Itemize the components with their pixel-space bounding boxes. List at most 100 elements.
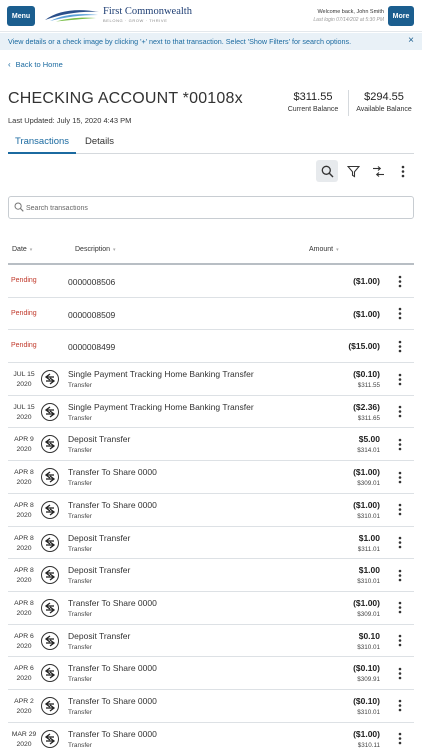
row-more-button[interactable] xyxy=(394,567,406,583)
transaction-running-balance: $311.65 xyxy=(357,414,380,422)
last-updated-text: Last Updated: July 15, 2020 4:43 PM xyxy=(8,116,132,125)
transaction-year: 2020 xyxy=(16,544,32,552)
transaction-year: 2020 xyxy=(16,413,32,421)
search-toggle-button[interactable] xyxy=(316,160,338,182)
more-options-button[interactable] xyxy=(392,160,414,182)
pending-transaction-row[interactable]: Pending 0000008506 ($1.00) xyxy=(8,265,414,298)
search-input[interactable] xyxy=(26,201,396,215)
row-more-button[interactable] xyxy=(394,306,406,322)
transaction-amount: $1.00 xyxy=(358,565,380,576)
transaction-year: 2020 xyxy=(16,675,32,683)
transaction-month-day: APR 8 xyxy=(14,567,34,575)
transaction-amount: $1.00 xyxy=(358,532,380,543)
balance-divider xyxy=(348,90,349,116)
transaction-amount: $0.10 xyxy=(358,630,380,641)
transaction-row[interactable]: JUL 15 2020 Single Payment Tracking Home… xyxy=(8,396,414,429)
welcome-text: Welcome back, John Smith xyxy=(317,9,384,15)
chevron-left-icon: ‹ xyxy=(8,60,11,69)
transaction-month-day: JUL 15 xyxy=(13,371,35,379)
row-more-button[interactable] xyxy=(394,371,406,387)
transaction-date: MAR 29 2020 xyxy=(8,730,40,750)
account-tabs: Transactions Details xyxy=(8,132,414,154)
column-header-date-label: Date xyxy=(12,246,27,253)
transaction-year: 2020 xyxy=(16,642,32,650)
transaction-row[interactable]: MAR 29 2020 Transfer To Share 0000 Trans… xyxy=(8,723,414,750)
column-header-description[interactable]: Description ▾ xyxy=(75,246,116,253)
info-banner-text: View details or a check image by clickin… xyxy=(8,37,352,46)
transaction-row[interactable]: APR 8 2020 Deposit Transfer Transfer $1.… xyxy=(8,559,414,592)
transfer-icon xyxy=(41,664,59,683)
pending-status: Pending xyxy=(11,309,37,317)
more-button[interactable]: More xyxy=(388,6,414,26)
row-more-button[interactable] xyxy=(394,338,406,354)
more-vertical-icon xyxy=(398,405,402,418)
column-header-amount[interactable]: Amount ▾ xyxy=(309,246,339,253)
row-more-button[interactable] xyxy=(394,535,406,551)
tab-transactions[interactable]: Transactions xyxy=(15,136,69,147)
row-more-button[interactable] xyxy=(394,731,406,747)
transaction-running-balance: $311.55 xyxy=(357,382,380,390)
transaction-row[interactable]: APR 2 2020 Transfer To Share 0000 Transf… xyxy=(8,690,414,723)
transaction-amount: ($0.10) xyxy=(353,369,380,380)
transfer-arrows-icon xyxy=(44,700,56,712)
close-icon[interactable]: × xyxy=(408,35,414,46)
pending-transaction-row[interactable]: Pending 0000008499 ($15.00) xyxy=(8,330,414,364)
transaction-category: Transfer xyxy=(68,578,92,586)
transaction-row[interactable]: JUL 15 2020 Single Payment Tracking Home… xyxy=(8,363,414,396)
row-more-button[interactable] xyxy=(394,404,406,420)
back-to-home-link[interactable]: ‹ Back to Home xyxy=(8,60,63,69)
column-header-date[interactable]: Date ▾ xyxy=(12,246,32,253)
transaction-running-balance: $310.01 xyxy=(357,643,380,651)
transaction-row[interactable]: APR 8 2020 Deposit Transfer Transfer $1.… xyxy=(8,527,414,560)
transfer-icon xyxy=(41,631,59,650)
row-more-button[interactable] xyxy=(394,436,406,452)
transaction-amount: ($1.00) xyxy=(353,276,380,286)
more-vertical-icon xyxy=(398,732,402,745)
page-title: CHECKING ACCOUNT *00108x xyxy=(8,90,243,107)
transfer-arrows-icon xyxy=(44,569,56,581)
menu-button[interactable]: Menu xyxy=(7,6,35,26)
row-more-button[interactable] xyxy=(394,665,406,681)
filter-icon xyxy=(346,165,360,177)
transaction-amount: ($1.00) xyxy=(353,728,380,739)
transaction-row[interactable]: APR 6 2020 Deposit Transfer Transfer $0.… xyxy=(8,625,414,658)
row-more-button[interactable] xyxy=(394,698,406,714)
tab-details[interactable]: Details xyxy=(85,136,114,147)
transaction-category: Transfer xyxy=(68,708,92,716)
transfer-icon xyxy=(41,729,59,748)
column-header-amount-label: Amount xyxy=(309,246,334,253)
transaction-description: Transfer To Share 0000 xyxy=(68,467,157,478)
filter-button[interactable] xyxy=(342,160,364,182)
row-more-button[interactable] xyxy=(394,273,406,289)
sort-button[interactable] xyxy=(367,160,389,182)
current-balance-label: Current Balance xyxy=(287,106,339,113)
transaction-running-balance: $310.01 xyxy=(357,578,380,586)
transaction-description: 0000008499 xyxy=(68,342,116,353)
transfer-arrows-icon xyxy=(44,406,56,418)
transaction-category: Transfer xyxy=(68,382,92,390)
row-more-button[interactable] xyxy=(394,469,406,485)
transaction-row[interactable]: APR 9 2020 Deposit Transfer Transfer $5.… xyxy=(8,428,414,462)
info-banner: View details or a check image by clickin… xyxy=(0,33,422,50)
transaction-category: Transfer xyxy=(68,643,92,651)
transaction-row[interactable]: APR 8 2020 Transfer To Share 0000 Transf… xyxy=(8,592,414,625)
pending-transaction-row[interactable]: Pending 0000008509 ($1.00) xyxy=(8,298,414,331)
row-more-button[interactable] xyxy=(394,600,406,616)
transaction-row[interactable]: APR 8 2020 Transfer To Share 0000 Transf… xyxy=(8,494,414,527)
transaction-amount: ($1.00) xyxy=(353,597,380,608)
brand-logo[interactable]: First Commonwealth BELONG · GROW · THRIV… xyxy=(44,6,194,26)
transfer-arrows-icon xyxy=(44,733,56,745)
back-link-label: Back to Home xyxy=(15,60,63,69)
row-more-button[interactable] xyxy=(394,502,406,518)
last-login-text: Last login 07/14/202 at 5:30 PM xyxy=(313,17,384,23)
transaction-year: 2020 xyxy=(16,511,32,519)
more-vertical-icon xyxy=(398,569,402,581)
transaction-row[interactable]: APR 6 2020 Transfer To Share 0000 Transf… xyxy=(8,657,414,690)
more-vertical-icon xyxy=(398,340,402,353)
row-more-button[interactable] xyxy=(394,633,406,649)
transaction-description: Deposit Transfer xyxy=(68,630,131,641)
pending-status: Pending xyxy=(11,277,37,284)
transaction-row[interactable]: APR 8 2020 Transfer To Share 0000 Transf… xyxy=(8,461,414,494)
transaction-category: Transfer xyxy=(68,414,92,422)
transaction-month-day: APR 9 xyxy=(14,436,34,444)
